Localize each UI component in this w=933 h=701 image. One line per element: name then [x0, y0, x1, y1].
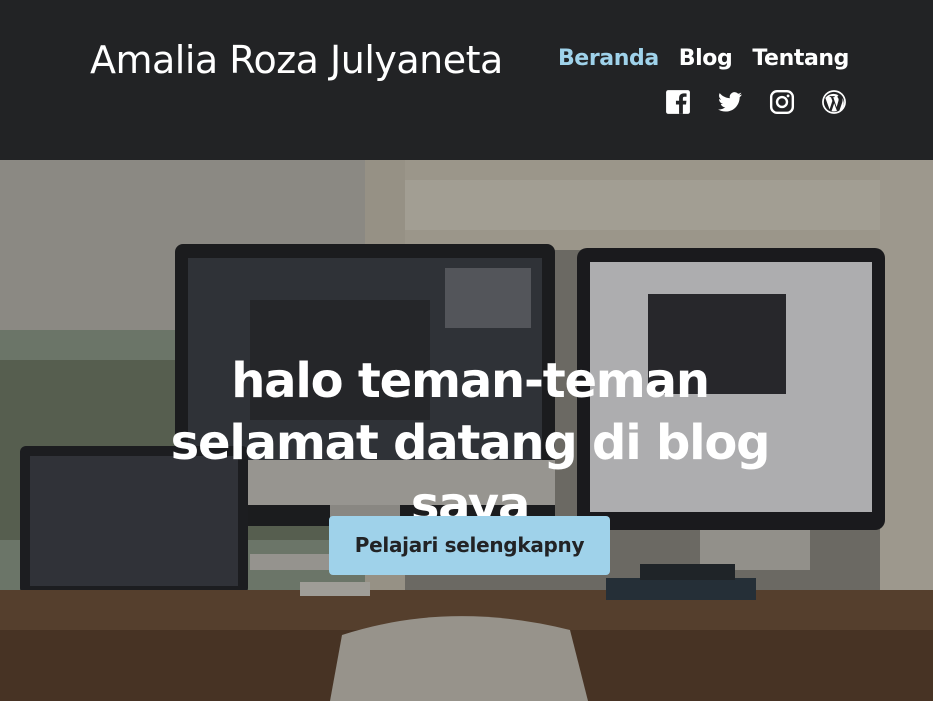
facebook-icon[interactable] [665, 89, 691, 115]
nav-item-blog[interactable]: Blog [679, 44, 733, 74]
nav-item-beranda[interactable]: Beranda [558, 44, 659, 74]
primary-nav: Beranda Blog Tentang [558, 44, 849, 74]
twitter-icon[interactable] [717, 89, 743, 115]
wordpress-icon[interactable] [821, 89, 847, 115]
learn-more-button[interactable]: Pelajari selengkapny [329, 516, 610, 575]
hero-title: halo teman-teman selamat datang di blog … [170, 353, 771, 533]
social-links [665, 89, 847, 115]
hero-section: halo teman-teman selamat datang di blog … [0, 160, 933, 701]
instagram-icon[interactable] [769, 89, 795, 115]
site-header: Amalia Roza Julyaneta Beranda Blog Tenta… [0, 0, 933, 160]
site-title[interactable]: Amalia Roza Julyaneta [90, 36, 503, 84]
nav-item-tentang[interactable]: Tentang [752, 44, 849, 74]
